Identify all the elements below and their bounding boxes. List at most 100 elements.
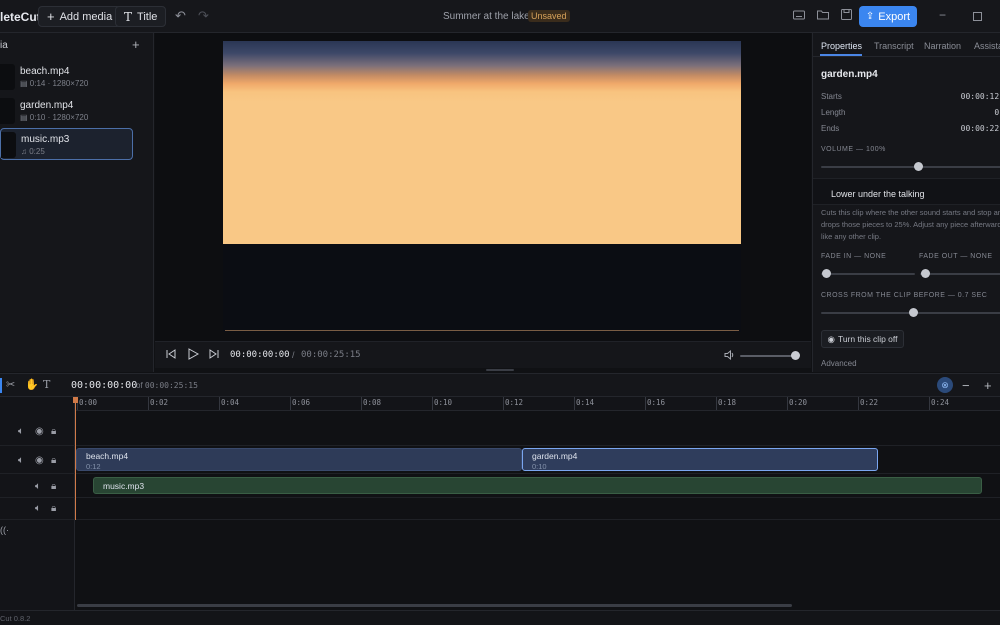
ruler-tick [858, 397, 859, 410]
minimize-icon[interactable]: − [939, 8, 946, 22]
ruler-tick [716, 397, 717, 410]
media-item-garden[interactable]: garden.mp4 ▤ 0:10 · 1280×720 [0, 95, 133, 127]
fade-out-knob[interactable] [921, 269, 930, 278]
ruler-tick [503, 397, 504, 410]
video-file-icon: ▤ [20, 113, 28, 122]
media-thumbnail [0, 64, 15, 90]
starts-value[interactable]: 00:00:12: [961, 92, 1000, 101]
fade-in-knob[interactable] [822, 269, 831, 278]
crossfade-label: CROSS FROM THE CLIP BEFORE — 0.7 SEC [821, 292, 988, 299]
ruler-tick [219, 397, 220, 410]
media-thumbnail [0, 98, 15, 124]
volume-slider-knob[interactable] [791, 351, 800, 360]
ruler-label: 0:20 [789, 398, 808, 407]
panel-resize-handle[interactable] [486, 369, 514, 371]
speaker-icon[interactable]: 🔈︎ [35, 481, 41, 492]
speaker-icon[interactable]: 🔈︎ [18, 426, 24, 437]
skip-forward-icon[interactable] [209, 349, 219, 362]
clip-volume-knob[interactable] [914, 162, 923, 171]
unsaved-badge: Unsaved [528, 10, 570, 22]
ruler-tick [361, 397, 362, 410]
ruler-tick [432, 397, 433, 410]
fade-out-label: FADE OUT — NONE [919, 253, 993, 260]
media-item-meta: ▤ 0:10 · 1280×720 [20, 113, 89, 122]
advanced-section-toggle[interactable]: Advanced [821, 359, 857, 368]
playhead[interactable] [75, 397, 76, 520]
export-button[interactable]: ⇪ Export [859, 6, 917, 27]
starts-label: Starts [821, 92, 842, 101]
redo-icon[interactable]: ↷ [198, 9, 209, 23]
timeline-clip-beach[interactable]: beach.mp4 0:12 [76, 448, 522, 471]
text-tool-icon[interactable]: T [43, 378, 50, 391]
lock-icon[interactable]: 🔒︎ [51, 455, 56, 466]
keyboard-icon[interactable] [793, 9, 805, 23]
player-controls: 00:00:00:00 / 00:00:25:15 [155, 341, 811, 368]
timeline-scrollbar[interactable] [77, 604, 792, 607]
media-item-beach[interactable]: beach.mp4 ▤ 0:14 · 1280×720 [0, 61, 133, 93]
volume-slider[interactable] [740, 355, 796, 357]
text-icon: T [124, 9, 133, 24]
ruler-label: 0:14 [576, 398, 595, 407]
track-divider [0, 519, 1000, 520]
speaker-icon[interactable]: 🔈︎ [18, 455, 24, 466]
eye-icon[interactable]: ◉ [35, 455, 44, 466]
ends-value[interactable]: 00:00:22: [961, 124, 1000, 133]
folder-icon[interactable] [817, 9, 829, 23]
timeline-area[interactable] [75, 397, 1000, 610]
ruler-tick [290, 397, 291, 410]
lock-icon[interactable]: 🔒︎ [51, 503, 56, 514]
fade-in-slider[interactable] [821, 273, 915, 275]
clip-name: beach.mp4 [86, 451, 129, 461]
add-media-button[interactable]: + Add media [38, 6, 122, 27]
timeline-clip-music[interactable]: music.mp3 [93, 477, 982, 494]
eye-icon[interactable]: ◉ [35, 426, 44, 437]
add-media-plus-icon[interactable]: + [132, 37, 140, 52]
waveform-icon[interactable]: ((· [0, 525, 9, 535]
play-icon[interactable] [188, 348, 200, 363]
length-value[interactable]: 0: [994, 108, 1000, 117]
maximize-icon[interactable] [973, 10, 982, 24]
timeline-current-time[interactable]: 00:00:00:00 [71, 380, 137, 391]
save-icon[interactable] [841, 9, 852, 23]
tab-assistant[interactable]: Assista [974, 41, 1000, 51]
volume-section-label: VOLUME — 100% [821, 146, 886, 153]
skip-back-icon[interactable] [166, 349, 176, 362]
lock-icon[interactable]: 🔒︎ [51, 481, 56, 492]
clip-volume-slider[interactable] [821, 166, 1000, 168]
turn-clip-off-button[interactable]: ◉ Turn this clip off [821, 330, 904, 348]
video-preview[interactable] [223, 41, 741, 332]
speaker-icon[interactable] [724, 349, 735, 363]
lower-under-talking-title[interactable]: Lower under the talking [831, 189, 925, 199]
video-file-icon: ▤ [20, 79, 28, 88]
lock-icon[interactable]: 🔒︎ [51, 426, 56, 437]
crossfade-knob[interactable] [909, 308, 918, 317]
preview-frame [223, 41, 741, 244]
clip-name: music.mp3 [103, 481, 145, 491]
fade-out-slider[interactable] [920, 273, 1000, 275]
tab-narration[interactable]: Narration [924, 41, 961, 51]
scissors-icon[interactable]: ✂ [6, 378, 15, 391]
media-item-name: music.mp3 [21, 134, 70, 145]
speaker-icon[interactable]: 🔈︎ [35, 503, 41, 514]
status-footer: Cut 0.8.2 [0, 610, 1000, 625]
preview-progress-line [225, 330, 739, 331]
export-label: Export [878, 10, 911, 23]
undo-icon[interactable]: ↶ [175, 9, 186, 23]
media-item-meta: ▤ 0:14 · 1280×720 [20, 79, 89, 88]
snap-icon[interactable]: ⊗ [937, 377, 953, 393]
zoom-out-icon[interactable]: − [962, 378, 970, 393]
length-label: Length [821, 108, 846, 117]
title-button[interactable]: T Title [115, 6, 167, 27]
timeline-ruler[interactable]: 0:00 0:02 0:04 0:06 0:08 0:10 0:12 0:14 0:16 0:18… [75, 397, 1000, 411]
tab-properties[interactable]: Properties [821, 41, 862, 51]
media-item-music[interactable]: music.mp3 ♫ 0:25 [0, 128, 133, 160]
eye-icon: ◉ [827, 333, 835, 344]
hand-icon[interactable]: ✋ [25, 378, 39, 391]
ruler-label: 0:16 [647, 398, 666, 407]
zoom-in-icon[interactable]: + [984, 378, 992, 393]
project-name[interactable]: Summer at the lake [443, 11, 530, 22]
timeline-clip-garden[interactable]: garden.mp4 0:10 [522, 448, 878, 471]
clip-duration: 0:10 [532, 462, 547, 471]
tab-transcript[interactable]: Transcript [874, 41, 914, 51]
top-bar: leteCut + Add media T Title ↶ ↷ Summer a… [0, 0, 1000, 33]
